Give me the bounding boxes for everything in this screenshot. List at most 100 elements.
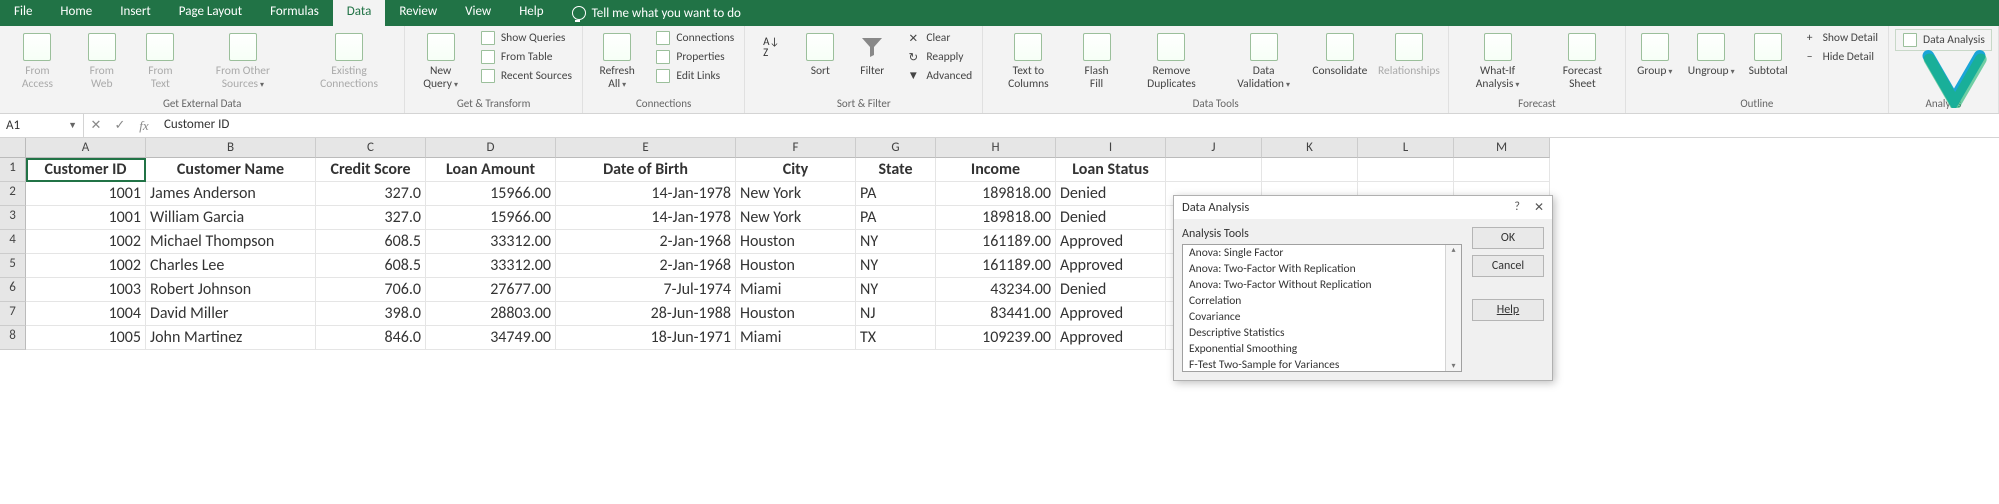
table-header-cell[interactable]: State (856, 158, 936, 182)
ungroup-button[interactable]: Ungroup▾ (1684, 29, 1739, 80)
tab-review[interactable]: Review (385, 0, 451, 26)
analysis-tool-item[interactable]: Anova: Two-Factor Without Replication (1183, 277, 1461, 293)
help-icon[interactable]: ? (1514, 200, 1520, 215)
row-header[interactable]: 8 (0, 326, 26, 350)
cell-credit-score[interactable]: 327.0 (316, 182, 426, 206)
cell-loan-amount[interactable]: 15966.00 (426, 206, 556, 230)
name-box[interactable]: A1▼ (0, 114, 84, 137)
tab-insert[interactable]: Insert (106, 0, 165, 26)
cell-income[interactable]: 189818.00 (936, 206, 1056, 230)
cancel-formula-button[interactable]: ✕ (84, 114, 108, 137)
analysis-tools-list[interactable]: Anova: Single FactorAnova: Two-Factor Wi… (1182, 244, 1462, 372)
new-query-button[interactable]: New Query▾ (411, 29, 470, 92)
hide-detail-button[interactable]: −Hide Detail (1798, 48, 1882, 66)
cell-state[interactable]: TX (856, 326, 936, 350)
column-header[interactable]: M (1454, 138, 1550, 158)
text-to-columns-button[interactable]: Text to Columns (989, 29, 1067, 92)
help-button[interactable]: Help (1472, 299, 1544, 321)
cell-loan-amount[interactable]: 34749.00 (426, 326, 556, 350)
cell-city[interactable]: Houston (736, 254, 856, 278)
empty-cell[interactable] (1454, 158, 1550, 182)
table-header-cell[interactable]: Loan Status (1056, 158, 1166, 182)
cell-state[interactable]: NJ (856, 302, 936, 326)
cell-credit-score[interactable]: 846.0 (316, 326, 426, 350)
cell-state[interactable]: PA (856, 206, 936, 230)
cell-customer-name[interactable]: William Garcia (146, 206, 316, 230)
close-icon[interactable]: ✕ (1534, 200, 1544, 215)
formula-input[interactable]: Customer ID (156, 114, 1999, 137)
empty-cell[interactable] (1166, 158, 1262, 182)
cell-dob[interactable]: 14-Jan-1978 (556, 182, 736, 206)
cell-customer-name[interactable]: John Martinez (146, 326, 316, 350)
cell-loan-status[interactable]: Denied (1056, 182, 1166, 206)
table-header-cell[interactable]: Loan Amount (426, 158, 556, 182)
table-header-cell[interactable]: Customer ID (26, 158, 146, 182)
filter-button[interactable]: Filter (849, 29, 895, 80)
connections-button[interactable]: Connections (651, 29, 738, 47)
select-all-corner[interactable] (0, 138, 26, 158)
edit-links-button[interactable]: Edit Links (651, 67, 738, 85)
cell-loan-status[interactable]: Approved (1056, 302, 1166, 326)
cell-customer-name[interactable]: Robert Johnson (146, 278, 316, 302)
row-header[interactable]: 4 (0, 230, 26, 254)
clear-filter-button[interactable]: ✕Clear (901, 29, 976, 47)
cell-customer-name[interactable]: David Miller (146, 302, 316, 326)
column-header[interactable]: B (146, 138, 316, 158)
cell-loan-amount[interactable]: 33312.00 (426, 230, 556, 254)
from-other-sources-button[interactable]: From Other Sources▾ (192, 29, 294, 92)
relationships-button[interactable]: Relationships (1376, 29, 1442, 80)
cell-state[interactable]: NY (856, 254, 936, 278)
cell-income[interactable]: 109239.00 (936, 326, 1056, 350)
tab-data[interactable]: Data (333, 0, 386, 26)
cell-customer-id[interactable]: 1002 (26, 254, 146, 278)
sort-button[interactable]: Sort (797, 29, 843, 80)
cell-city[interactable]: New York (736, 206, 856, 230)
refresh-all-button[interactable]: Refresh All▾ (589, 29, 645, 92)
column-header[interactable]: I (1056, 138, 1166, 158)
from-text-button[interactable]: From Text (135, 29, 186, 92)
cell-city[interactable]: Miami (736, 278, 856, 302)
column-header[interactable]: F (736, 138, 856, 158)
analysis-tool-item[interactable]: Correlation (1183, 293, 1461, 309)
flash-fill-button[interactable]: Flash Fill (1074, 29, 1120, 92)
from-access-button[interactable]: From Access (6, 29, 69, 92)
column-header[interactable]: A (26, 138, 146, 158)
column-header[interactable]: E (556, 138, 736, 158)
cell-loan-status[interactable]: Denied (1056, 278, 1166, 302)
scrollbar[interactable]: ▴▾ (1445, 245, 1461, 371)
cell-city[interactable]: Miami (736, 326, 856, 350)
column-header[interactable]: C (316, 138, 426, 158)
data-validation-button[interactable]: Data Validation▾ (1223, 29, 1304, 92)
subtotal-button[interactable]: Subtotal (1745, 29, 1792, 80)
cell-loan-status[interactable]: Approved (1056, 326, 1166, 350)
row-header[interactable]: 1 (0, 158, 26, 182)
empty-cell[interactable] (1262, 158, 1358, 182)
cell-state[interactable]: PA (856, 182, 936, 206)
row-header[interactable]: 3 (0, 206, 26, 230)
cell-customer-id[interactable]: 1003 (26, 278, 146, 302)
table-header-cell[interactable]: City (736, 158, 856, 182)
consolidate-button[interactable]: Consolidate (1310, 29, 1370, 80)
cell-customer-id[interactable]: 1005 (26, 326, 146, 350)
cell-loan-status[interactable]: Denied (1056, 206, 1166, 230)
table-header-cell[interactable]: Income (936, 158, 1056, 182)
group-button[interactable]: Group▾ (1632, 29, 1678, 80)
analysis-tool-item[interactable]: Descriptive Statistics (1183, 325, 1461, 341)
cell-dob[interactable]: 7-Jul-1974 (556, 278, 736, 302)
cell-loan-status[interactable]: Approved (1056, 230, 1166, 254)
confirm-formula-button[interactable]: ✓ (108, 114, 132, 137)
analysis-tool-item[interactable]: Covariance (1183, 309, 1461, 325)
table-header-cell[interactable]: Credit Score (316, 158, 426, 182)
row-header[interactable]: 6 (0, 278, 26, 302)
recent-sources-button[interactable]: Recent Sources (476, 67, 576, 85)
cell-loan-amount[interactable]: 33312.00 (426, 254, 556, 278)
table-header-cell[interactable]: Customer Name (146, 158, 316, 182)
empty-cell[interactable] (1358, 158, 1454, 182)
cell-credit-score[interactable]: 608.5 (316, 230, 426, 254)
tab-view[interactable]: View (451, 0, 505, 26)
cell-loan-status[interactable]: Approved (1056, 254, 1166, 278)
row-header[interactable]: 7 (0, 302, 26, 326)
from-table-button[interactable]: From Table (476, 48, 576, 66)
column-header[interactable]: K (1262, 138, 1358, 158)
column-header[interactable]: D (426, 138, 556, 158)
